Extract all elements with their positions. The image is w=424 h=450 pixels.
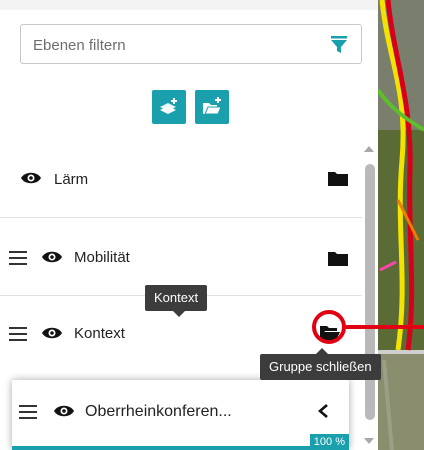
layer-panel: Lärm Mobilität	[0, 0, 379, 450]
scroll-up-arrow-icon[interactable]	[364, 146, 374, 152]
tooltip-arrow	[173, 311, 185, 317]
highlight-line	[346, 325, 424, 329]
layer-filter-input[interactable]	[31, 32, 315, 58]
layer-label: Kontext	[74, 325, 125, 342]
layer-filter[interactable]	[20, 24, 362, 64]
drag-handle-icon[interactable]	[9, 251, 27, 265]
panel-top-strip	[0, 0, 378, 10]
add-folder-icon	[203, 97, 222, 115]
scroll-down-arrow-icon[interactable]	[364, 438, 374, 444]
layer-label: Mobilität	[74, 249, 130, 266]
eye-icon[interactable]	[53, 404, 75, 418]
folder-icon[interactable]	[328, 250, 348, 266]
dragged-layer-item[interactable]: Oberrheinkonferen... 100 %	[12, 380, 349, 450]
folder-icon[interactable]	[328, 170, 348, 186]
filter-icon[interactable]	[331, 36, 347, 54]
add-layer-button[interactable]	[152, 90, 186, 124]
map-view[interactable]	[378, 0, 424, 450]
eye-icon[interactable]	[20, 171, 42, 185]
scrollbar-thumb[interactable]	[365, 164, 375, 420]
tooltip-context: Kontext	[145, 285, 208, 311]
tooltip-close-group: Gruppe schließen	[260, 354, 381, 380]
progress-label: 100 %	[309, 434, 349, 450]
drag-handle-icon[interactable]	[9, 327, 27, 341]
layer-label: Oberrheinkonferen...	[85, 403, 232, 420]
highlight-circle	[312, 310, 346, 344]
eye-icon[interactable]	[41, 250, 63, 264]
progress-bar	[12, 446, 349, 450]
map-image[interactable]	[378, 0, 424, 450]
layer-row-laerm[interactable]: Lärm	[0, 140, 362, 218]
add-folder-button[interactable]	[195, 90, 229, 124]
chevron-left-icon[interactable]	[317, 404, 329, 418]
layer-label: Lärm	[54, 171, 89, 188]
eye-icon[interactable]	[41, 326, 63, 340]
drag-handle-icon[interactable]	[19, 405, 37, 419]
scrollbar[interactable]	[364, 146, 376, 450]
add-layer-icon	[160, 98, 177, 114]
